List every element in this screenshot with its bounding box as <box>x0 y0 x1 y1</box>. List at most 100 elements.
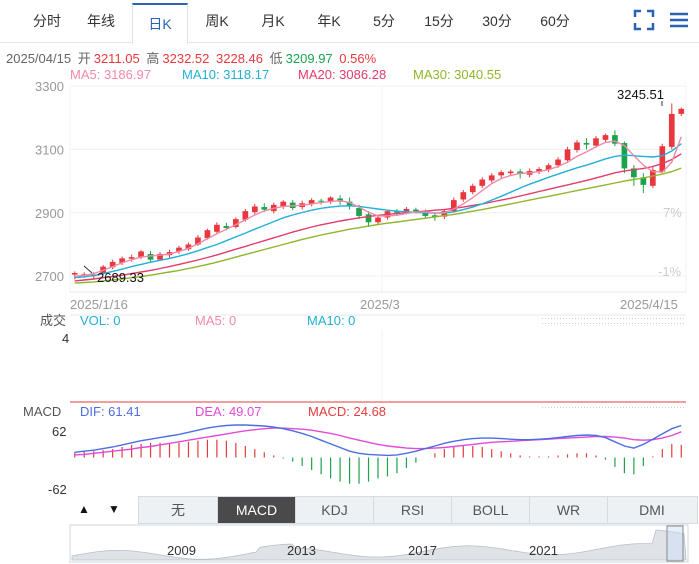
dotted-pattern <box>635 407 636 408</box>
dotted-pattern <box>641 407 642 408</box>
dotted-pattern <box>554 407 555 408</box>
date-tick-label: 2025/3 <box>360 297 400 312</box>
volume-ma5: MA5: 0 <box>195 313 236 328</box>
dotted-pattern <box>671 318 672 319</box>
chart-grid <box>69 85 687 408</box>
dotted-pattern <box>653 318 654 319</box>
dotted-pattern <box>629 318 630 319</box>
dotted-pattern <box>584 323 585 324</box>
candle-body <box>460 192 467 200</box>
dotted-pattern <box>578 318 579 319</box>
dotted-pattern <box>542 318 543 319</box>
dotted-pattern <box>653 323 654 324</box>
dotted-pattern <box>581 318 582 319</box>
indicator-tab-boll[interactable]: BOLL <box>452 497 530 523</box>
candle-body <box>593 138 599 146</box>
indicator-tab-none[interactable]: 无 <box>139 497 218 523</box>
dotted-pattern <box>668 407 669 408</box>
indicator-tab-wr[interactable]: WR <box>530 497 608 523</box>
candle-body <box>251 206 258 213</box>
dotted-pattern <box>578 407 579 408</box>
min-price-marker: 2689.33 <box>97 270 144 285</box>
dotted-pattern <box>623 323 624 324</box>
dif-line <box>74 424 682 457</box>
dotted-pattern <box>569 407 570 408</box>
candle-body <box>602 135 609 140</box>
dotted-pattern <box>683 318 684 319</box>
dotted-pattern <box>617 323 618 324</box>
dotted-pattern <box>605 323 606 324</box>
dotted-pattern <box>614 318 615 319</box>
dotted-pattern <box>659 323 660 324</box>
dotted-pattern <box>599 407 600 408</box>
dotted-pattern <box>551 318 552 319</box>
indicator-tab-dmi[interactable]: DMI <box>608 497 696 523</box>
dotted-pattern <box>602 318 603 319</box>
dotted-pattern <box>608 323 609 324</box>
dotted-pattern <box>644 323 645 324</box>
dotted-pattern <box>608 318 609 319</box>
ma5-line <box>74 136 682 277</box>
dotted-pattern <box>572 407 573 408</box>
dotted-pattern <box>596 407 597 408</box>
overview-year-label: 2009 <box>167 543 196 558</box>
candle-body <box>659 146 666 172</box>
dotted-pattern <box>545 318 546 319</box>
dotted-pattern <box>569 318 570 319</box>
price-tick-label: 3300 <box>35 79 64 94</box>
dotted-pattern <box>593 323 594 324</box>
dif-value: DIF: 61.41 <box>80 404 141 419</box>
dotted-pattern <box>632 318 633 319</box>
dotted-pattern <box>629 407 630 408</box>
dotted-pattern <box>584 407 585 408</box>
date-tick-label: 2025/4/15 <box>620 297 678 312</box>
dotted-pattern <box>587 323 588 324</box>
dotted-pattern <box>542 407 543 408</box>
dotted-pattern <box>638 323 639 324</box>
price-tick-label: 2900 <box>35 206 64 221</box>
candle-body <box>555 159 561 166</box>
indicator-tab-rsi[interactable]: RSI <box>374 497 452 523</box>
candle-body <box>71 272 78 275</box>
dotted-pattern <box>668 323 669 324</box>
dotted-pattern <box>641 318 642 319</box>
macd-panel: MACD DIF: 61.41 DEA: 49.07 MACD: 24.68 62 -62 <box>23 404 682 497</box>
dotted-pattern <box>677 323 678 324</box>
dotted-pattern <box>638 407 639 408</box>
dotted-pattern <box>683 407 684 408</box>
dotted-pattern <box>575 323 576 324</box>
dotted-pattern <box>566 323 567 324</box>
candle-body <box>261 207 268 210</box>
scroll-up-button[interactable]: ▲ <box>72 498 96 520</box>
dotted-pattern <box>545 407 546 408</box>
candle-body <box>469 185 476 193</box>
candle-body <box>488 175 495 181</box>
kline-chart: 3300 3100 2900 2700 7% -1% 2025/1/16 2025/3 2025… <box>23 79 689 563</box>
dotted-pattern <box>566 318 567 319</box>
indicator-tab-macd[interactable]: MACD <box>218 497 296 523</box>
dotted-pattern <box>665 323 666 324</box>
dotted-pattern <box>557 407 558 408</box>
overview-year-label: 2013 <box>287 543 316 558</box>
indicator-tab-kdj[interactable]: KDJ <box>296 497 374 523</box>
dotted-pattern <box>596 323 597 324</box>
dotted-pattern <box>671 407 672 408</box>
dotted-pattern <box>563 323 564 324</box>
overview-year-label: 2017 <box>408 543 437 558</box>
scroll-down-button[interactable]: ▼ <box>102 498 126 520</box>
dotted-pattern <box>659 318 660 319</box>
candle-body <box>668 113 675 147</box>
candle-body <box>479 179 486 186</box>
dea-line <box>74 427 682 456</box>
dotted-pattern <box>617 318 618 319</box>
dotted-pattern <box>563 318 564 319</box>
dotted-pattern <box>623 407 624 408</box>
dotted-pattern <box>545 323 546 324</box>
candle-body <box>214 224 220 232</box>
macd-title: MACD <box>23 404 61 419</box>
dotted-pattern <box>680 407 681 408</box>
candle-body <box>356 208 362 216</box>
dotted-pattern <box>626 318 627 319</box>
dotted-pattern <box>548 407 549 408</box>
volume-tick: 4 <box>62 331 69 346</box>
